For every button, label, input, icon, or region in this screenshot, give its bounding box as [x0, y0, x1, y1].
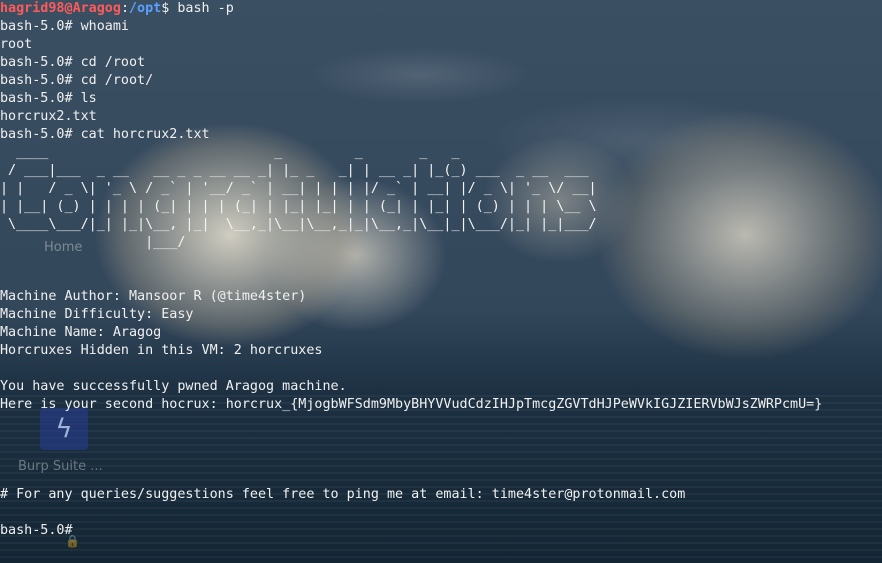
- banner-line: | | / _ \| '_ \ / _` | '__/ _` | __| | |…: [0, 181, 597, 196]
- terminal-line: Machine Author: Mansoor R (@time4ster): [0, 289, 307, 304]
- prompt-host: Aragog: [72, 1, 121, 16]
- terminal-line: Machine Difficulty: Easy: [0, 307, 194, 322]
- banner-line: |___/: [0, 235, 605, 250]
- banner-line: ____ _ _ _ _: [0, 145, 565, 160]
- terminal-prompt-line: hagrid98@Aragog:/opt$ bash -p: [0, 0, 882, 18]
- terminal-lines-after: Machine Author: Mansoor R (@time4ster) Ma…: [0, 252, 882, 540]
- terminal-line: root: [0, 37, 33, 52]
- terminal-line: Horcruxes Hidden in this VM: 2 horcruxes: [0, 343, 323, 358]
- terminal-line: horcrux2.txt: [0, 109, 97, 124]
- terminal-line: bash-5.0# ls: [0, 91, 97, 106]
- ascii-banner: ____ _ _ _ _ / ___|___ _ __ __ _ _ __ __…: [0, 144, 882, 252]
- prompt-user: hagrid98: [0, 1, 65, 16]
- banner-line: | |__| (_) | | | | (_| | | | (_| | |_| |…: [0, 199, 597, 214]
- terminal-line: bash-5.0# cat horcrux2.txt: [0, 127, 210, 142]
- terminal-lines-before: bash-5.0# whoami root bash-5.0# cd /root ba…: [0, 18, 882, 144]
- terminal-line: bash-5.0# cd /root: [0, 55, 146, 70]
- terminal-line: # For any queries/suggestions feel free …: [0, 487, 686, 502]
- banner-line: / ___|___ _ __ __ _ _ __ __ _| |_ _ _| |…: [0, 163, 589, 178]
- terminal-line: Machine Name: Aragog: [0, 325, 162, 340]
- terminal-line: bash-5.0# whoami: [0, 19, 129, 34]
- prompt-dollar: $: [161, 1, 178, 16]
- prompt-colon: :: [120, 1, 129, 16]
- terminal-line: bash-5.0#: [0, 523, 81, 538]
- prompt-path: /opt: [129, 1, 162, 16]
- terminal-line: Here is your second hocrux: horcrux_{Mjo…: [0, 397, 823, 412]
- terminal-output[interactable]: hagrid98@Aragog:/opt$ bash -p bash-5.0# …: [0, 0, 882, 540]
- terminal-line: bash-5.0# cd /root/: [0, 73, 154, 88]
- prompt-at: @: [64, 1, 73, 16]
- banner-line: \____\___/|_| |_|\__, |_| \__,_|\__|\__,…: [0, 217, 597, 232]
- terminal-line: You have successfully pwned Aragog machi…: [0, 379, 347, 394]
- prompt-command: bash -p: [177, 1, 234, 16]
